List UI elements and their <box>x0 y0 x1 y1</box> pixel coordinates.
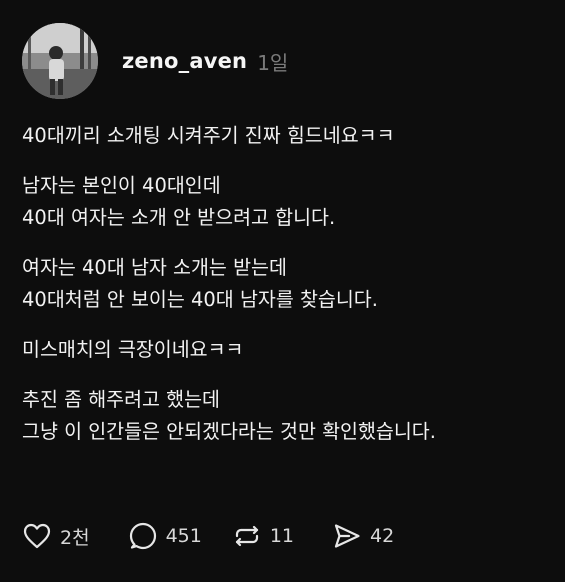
text-line: 40대 여자는 소개 안 받으려고 합니다. <box>22 206 336 229</box>
text-line: 여자는 40대 남자 소개는 받는데 <box>22 256 287 279</box>
username[interactable]: zeno_aven <box>122 49 247 73</box>
like-button[interactable]: 2천 <box>22 521 90 551</box>
text-line: 추진 좀 해주려고 했는데 <box>22 388 220 411</box>
paragraph: 미스매치의 극장이네요ㅋㅋ <box>22 334 552 366</box>
text-line: 미스매치의 극장이네요ㅋㅋ <box>22 338 244 361</box>
comment-icon <box>128 521 158 551</box>
avatar-photo-icon <box>22 23 98 99</box>
comment-count: 451 <box>165 525 202 547</box>
send-icon <box>332 521 362 551</box>
repost-icon <box>232 521 262 551</box>
paragraph: 여자는 40대 남자 소개는 받는데 40대처럼 안 보이는 40대 남자를 찾… <box>22 252 552 316</box>
post-body: 40대끼리 소개팅 시켜주기 진짜 힘드네요ㅋㅋ 남자는 본인이 40대인데 4… <box>22 120 552 466</box>
action-bar: 2천 451 11 42 <box>22 518 394 554</box>
repost-count: 11 <box>269 525 295 547</box>
paragraph: 40대끼리 소개팅 시켜주기 진짜 힘드네요ㅋㅋ <box>22 120 552 152</box>
repost-button[interactable]: 11 <box>232 521 294 551</box>
text-line: 40대처럼 안 보이는 40대 남자를 찾습니다. <box>22 288 378 311</box>
comment-button[interactable]: 451 <box>128 521 202 551</box>
share-button[interactable]: 42 <box>332 521 394 551</box>
like-count: 2천 <box>60 526 90 549</box>
post-card: zeno_aven 1일 40대끼리 소개팅 시켜주기 진짜 힘드네요ㅋㅋ 남자… <box>0 0 565 582</box>
heart-icon <box>22 521 52 551</box>
paragraph: 남자는 본인이 40대인데 40대 여자는 소개 안 받으려고 합니다. <box>22 170 552 234</box>
avatar[interactable] <box>22 23 98 99</box>
text-line: 40대끼리 소개팅 시켜주기 진짜 힘드네요ㅋㅋ <box>22 124 395 147</box>
text-line: 그냥 이 인간들은 안되겠다라는 것만 확인했습니다. <box>22 420 436 443</box>
post-time: 1일 <box>257 50 289 75</box>
paragraph: 추진 좀 해주려고 했는데 그냥 이 인간들은 안되겠다라는 것만 확인했습니다… <box>22 384 552 448</box>
text-line: 남자는 본인이 40대인데 <box>22 174 221 197</box>
share-count: 42 <box>370 525 395 547</box>
post-header: zeno_aven 1일 <box>22 22 288 100</box>
